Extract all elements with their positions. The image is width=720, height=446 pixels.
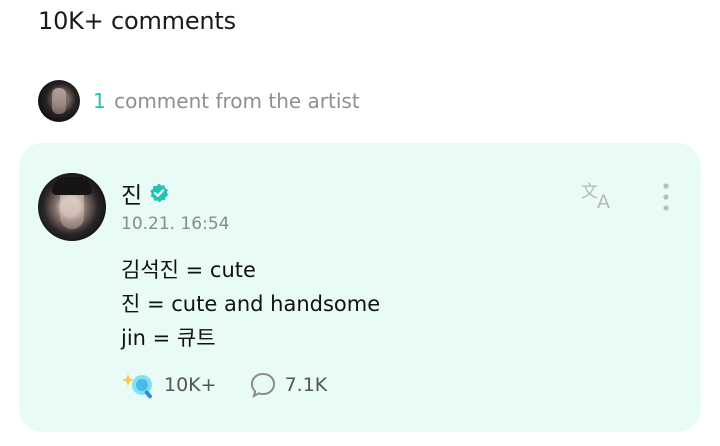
like-count: 10K+	[164, 374, 217, 396]
comment-date: 10.21. 16:54	[121, 214, 230, 234]
artist-comment-summary: 1 comment from the artist	[93, 89, 360, 113]
more-vertical-icon[interactable]	[656, 181, 676, 213]
comment-line: jin = 큐트	[121, 326, 216, 350]
translate-icon[interactable]: 文 A	[580, 180, 620, 213]
artist-comment-label: comment from the artist	[114, 89, 360, 113]
comment-reactions: 10K+ 7.1K	[122, 369, 327, 401]
comment-line: 김석진 = cute	[121, 258, 256, 282]
verified-badge-icon	[148, 182, 170, 204]
like-icon[interactable]	[122, 370, 156, 400]
avatar	[38, 80, 80, 122]
svg-text:文: 文	[581, 182, 598, 202]
artist-comment-count: 1	[93, 89, 106, 113]
comment-line: 진 = cute and handsome	[121, 292, 381, 316]
comment-author-avatar[interactable]	[38, 173, 106, 241]
svg-text:A: A	[597, 191, 610, 210]
reply-count: 7.1K	[284, 374, 328, 396]
comment-author-line: 진	[121, 176, 170, 210]
comment-author-name[interactable]: 진	[121, 176, 142, 210]
artist-comments-filter[interactable]: 1 comment from the artist	[38, 80, 360, 122]
comment-body: 김석진 = cute 진 = cute and handsome jin = 큐…	[121, 253, 380, 355]
reply-icon[interactable]	[249, 371, 277, 399]
comments-header: 10K+ comments	[38, 7, 236, 35]
